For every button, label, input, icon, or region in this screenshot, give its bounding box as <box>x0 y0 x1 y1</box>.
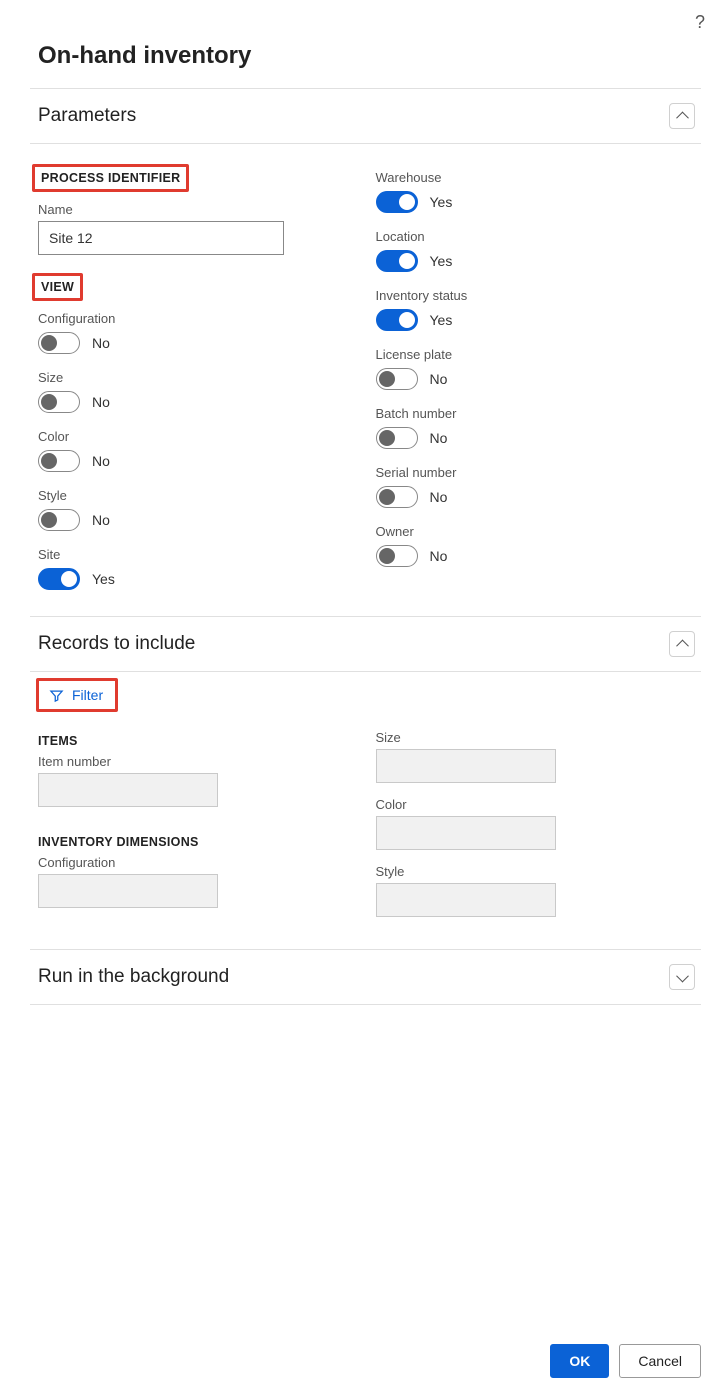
toggle-color-row: Color No <box>38 429 356 472</box>
section-header-records[interactable]: Records to include <box>30 616 701 672</box>
toggle-batch-number-row: Batch number No <box>376 406 694 449</box>
size-field[interactable] <box>376 749 556 783</box>
toggle-knob <box>379 430 395 446</box>
section-title-records: Records to include <box>38 633 195 655</box>
toggle-inventory-status[interactable] <box>376 309 418 331</box>
toggle-knob <box>379 371 395 387</box>
toggle-inventory-status-label: Inventory status <box>376 288 694 303</box>
toggle-style-label: Style <box>38 488 356 503</box>
toggle-owner[interactable] <box>376 545 418 567</box>
section-header-background[interactable]: Run in the background <box>30 949 701 1005</box>
toggle-site-label: Site <box>38 547 356 562</box>
chevron-up-icon <box>678 640 687 649</box>
toggle-warehouse[interactable] <box>376 191 418 213</box>
chevron-up-icon <box>678 112 687 121</box>
toggle-batch-number[interactable] <box>376 427 418 449</box>
toggle-knob <box>61 571 77 587</box>
ok-button[interactable]: OK <box>550 1344 609 1378</box>
toggle-knob <box>41 335 57 351</box>
toggle-color-label: Color <box>38 429 356 444</box>
toggle-color[interactable] <box>38 450 80 472</box>
toggle-owner-text: No <box>430 548 448 564</box>
section-title-parameters: Parameters <box>38 105 136 127</box>
toggle-serial-number-label: Serial number <box>376 465 694 480</box>
toggle-license-plate-row: License plate No <box>376 347 694 390</box>
toggle-knob <box>379 489 395 505</box>
expand-background-button[interactable] <box>669 964 695 990</box>
toggle-inventory-status-row: Inventory status Yes <box>376 288 694 331</box>
toggle-inventory-status-text: Yes <box>430 312 453 328</box>
toggle-warehouse-label: Warehouse <box>376 170 694 185</box>
section-header-parameters[interactable]: Parameters <box>30 88 701 144</box>
toggle-configuration-row: Configuration No <box>38 311 356 354</box>
filter-button[interactable]: Filter <box>39 681 115 709</box>
toggle-knob <box>41 453 57 469</box>
toggle-batch-number-text: No <box>430 430 448 446</box>
item-number-field[interactable] <box>38 773 218 807</box>
toggle-style-row: Style No <box>38 488 356 531</box>
color-field[interactable] <box>376 816 556 850</box>
toggle-size-text: No <box>92 394 110 410</box>
toggle-knob <box>399 194 415 210</box>
help-icon[interactable]: ? <box>695 12 705 33</box>
page-title: On-hand inventory <box>38 42 701 70</box>
collapse-parameters-button[interactable] <box>669 103 695 129</box>
toggle-configuration[interactable] <box>38 332 80 354</box>
toggle-owner-label: Owner <box>376 524 694 539</box>
toggle-color-text: No <box>92 453 110 469</box>
toggle-size[interactable] <box>38 391 80 413</box>
chevron-down-icon <box>678 973 687 982</box>
toggle-knob <box>41 512 57 528</box>
toggle-location[interactable] <box>376 250 418 272</box>
configuration-field-label: Configuration <box>38 855 356 870</box>
toggle-site-row: Site Yes <box>38 547 356 590</box>
name-label: Name <box>38 202 356 217</box>
toggle-location-row: Location Yes <box>376 229 694 272</box>
toggle-configuration-label: Configuration <box>38 311 356 326</box>
group-inventory-dimensions: INVENTORY DIMENSIONS <box>38 835 356 849</box>
toggle-site-text: Yes <box>92 571 115 587</box>
item-number-field-label: Item number <box>38 754 356 769</box>
collapse-records-button[interactable] <box>669 631 695 657</box>
toggle-knob <box>379 548 395 564</box>
toggle-warehouse-row: Warehouse Yes <box>376 170 694 213</box>
toggle-knob <box>41 394 57 410</box>
toggle-warehouse-text: Yes <box>430 194 453 210</box>
configuration-field[interactable] <box>38 874 218 908</box>
toggle-batch-number-label: Batch number <box>376 406 694 421</box>
toggle-site[interactable] <box>38 568 80 590</box>
toggle-serial-number[interactable] <box>376 486 418 508</box>
size-field-label: Size <box>376 730 694 745</box>
name-input[interactable] <box>38 221 284 255</box>
toggle-configuration-text: No <box>92 335 110 351</box>
toggle-location-label: Location <box>376 229 694 244</box>
toggle-license-plate[interactable] <box>376 368 418 390</box>
filter-label: Filter <box>72 687 103 703</box>
toggle-license-plate-text: No <box>430 371 448 387</box>
toggle-owner-row: Owner No <box>376 524 694 567</box>
toggle-license-plate-label: License plate <box>376 347 694 362</box>
color-field-label: Color <box>376 797 694 812</box>
toggle-style-text: No <box>92 512 110 528</box>
toggle-location-text: Yes <box>430 253 453 269</box>
toggle-knob <box>399 312 415 328</box>
toggle-style[interactable] <box>38 509 80 531</box>
section-title-background: Run in the background <box>38 966 229 988</box>
toggle-size-row: Size No <box>38 370 356 413</box>
cancel-button[interactable]: Cancel <box>619 1344 701 1378</box>
style-field-label: Style <box>376 864 694 879</box>
toggle-serial-number-text: No <box>430 489 448 505</box>
filter-icon <box>49 688 64 703</box>
toggle-serial-number-row: Serial number No <box>376 465 694 508</box>
style-field[interactable] <box>376 883 556 917</box>
group-items: ITEMS <box>38 734 356 748</box>
toggle-size-label: Size <box>38 370 356 385</box>
group-process-identifier: PROCESS IDENTIFIER <box>32 164 189 192</box>
toggle-knob <box>399 253 415 269</box>
group-view: VIEW <box>32 273 83 301</box>
